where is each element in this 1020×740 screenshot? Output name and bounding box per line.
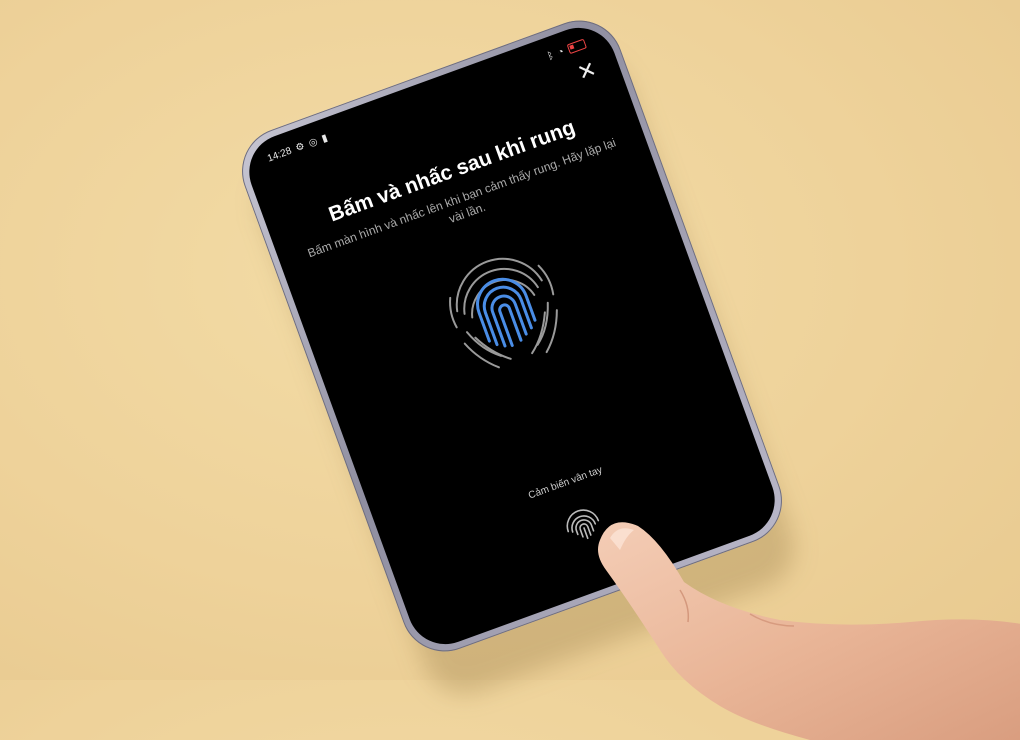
location-icon: ◎ [307,135,320,149]
lock-icon: ▮ [320,132,330,145]
battery-icon [566,38,588,55]
status-left: 14:28 ⚙ ◎ ▮ [266,132,329,164]
finger-hand [598,522,1020,740]
bluetooth-icon: ᛒ [545,49,556,63]
gear-icon: ⚙ [294,140,307,154]
photo-scene: 14:28 ⚙ ◎ ▮ ᛒ ◔ ✕ Bấm và nhấc sau khi ru… [0,0,1020,740]
fingerprint-progress-icon [449,257,558,369]
close-icon[interactable]: ✕ [572,56,603,87]
wifi-icon: ◔ [556,45,566,59]
status-bar: 14:28 ⚙ ◎ ▮ ᛒ ◔ [242,27,611,176]
status-time: 14:28 [265,145,294,165]
